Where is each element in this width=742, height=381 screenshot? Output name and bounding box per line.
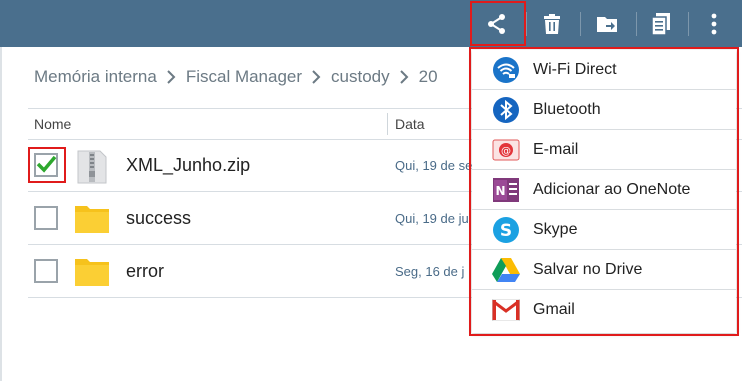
left-edge [0,47,2,381]
file-date: Seg, 16 de j [395,264,465,279]
file-date: Qui, 19 de se [395,158,473,173]
column-header-date[interactable]: Data [395,116,425,132]
trash-icon[interactable] [530,0,574,47]
breadcrumb-item[interactable]: custody [331,67,390,87]
more-vert-icon[interactable] [692,0,736,47]
chevron-right-icon [399,70,409,84]
share-menu-highlight-box [469,47,739,336]
column-divider [387,113,388,135]
row-checkbox[interactable] [34,259,58,283]
file-name[interactable]: XML_Junho.zip [126,155,250,176]
checkbox-highlight-box [28,147,66,183]
chevron-right-icon [167,70,176,84]
breadcrumb-item[interactable]: 20 [419,67,438,87]
row-checkbox[interactable] [34,206,58,230]
file-name[interactable]: error [126,261,164,282]
toolbar-divider [580,12,581,36]
toolbar-divider [688,12,689,36]
file-name[interactable]: success [126,208,191,229]
move-folder-icon[interactable] [586,0,630,47]
toolbar-divider [526,12,527,36]
breadcrumb-item[interactable]: Memória interna [34,67,157,87]
breadcrumb-item[interactable]: Fiscal Manager [186,67,302,87]
breadcrumb: Memória interna Fiscal Manager custody 2… [34,66,438,88]
zip-file-icon [74,149,110,184]
folder-icon [74,202,110,236]
copy-icon[interactable] [639,0,683,47]
toolbar-divider [636,12,637,36]
folder-icon [74,255,110,289]
column-header-name[interactable]: Nome [34,116,71,132]
file-date: Qui, 19 de ju [395,211,469,226]
chevron-right-icon [312,70,321,84]
top-toolbar [0,0,742,47]
share-highlight-box [470,1,526,46]
